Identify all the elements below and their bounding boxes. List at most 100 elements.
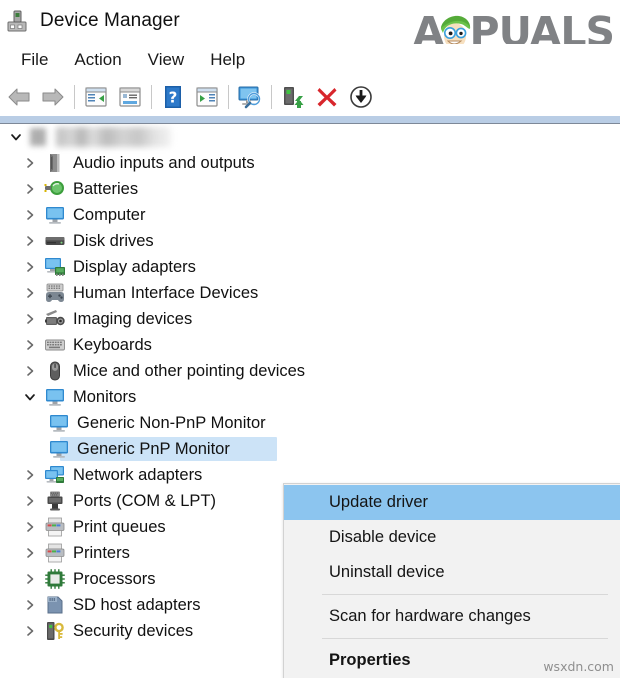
tree-item-label: Imaging devices <box>73 309 193 328</box>
toolbar-separator <box>74 85 75 109</box>
chevron-right-icon[interactable] <box>20 488 40 514</box>
menu-action[interactable]: Action <box>61 48 134 72</box>
tree-item-batteries[interactable]: Batteries <box>0 176 620 202</box>
toolbar-separator <box>271 85 272 109</box>
tree-item-disk-drives[interactable]: Disk drives <box>0 228 620 254</box>
printer-icon <box>44 516 66 538</box>
ctx-update-driver[interactable]: Update driver <box>284 485 620 520</box>
network-adapter-icon <box>44 464 66 486</box>
battery-plug-icon <box>44 178 66 200</box>
toolbar: ? <box>0 78 620 116</box>
chevron-right-icon[interactable] <box>20 358 40 384</box>
tree-item-label: Audio inputs and outputs <box>73 153 255 172</box>
tree-item-label: Processors <box>73 569 156 588</box>
window-title: Device Manager <box>40 10 180 31</box>
watermark: wsxdn.com <box>543 659 614 674</box>
tree-item-label: Ports (COM & LPT) <box>73 491 217 510</box>
back-button[interactable] <box>2 81 36 113</box>
sd-host-icon <box>44 594 66 616</box>
monitor-icon <box>44 386 66 408</box>
tree-item-label: Mice and other pointing devices <box>73 361 306 380</box>
uninstall-device-button[interactable] <box>310 81 344 113</box>
properties-button[interactable] <box>113 81 147 113</box>
tree-item-label: Printers <box>73 543 130 562</box>
redacted-computer-icon <box>30 128 46 146</box>
redacted-computer-name <box>56 127 171 147</box>
title-bar: Device Manager A PUALS <box>0 0 620 55</box>
toolbar-divider <box>0 116 620 124</box>
chevron-right-icon[interactable] <box>20 566 40 592</box>
forward-button[interactable] <box>36 81 70 113</box>
chevron-right-icon[interactable] <box>20 514 40 540</box>
chevron-down-icon[interactable] <box>6 124 26 150</box>
tree-root-computer-name[interactable] <box>0 124 620 150</box>
ctx-uninstall-device[interactable]: Uninstall device <box>284 555 620 590</box>
disk-drive-icon <box>44 230 66 252</box>
chevron-right-icon[interactable] <box>20 202 40 228</box>
chevron-right-icon[interactable] <box>20 332 40 358</box>
hid-gamepad-icon <box>44 282 66 304</box>
tree-item-label: Security devices <box>73 621 194 640</box>
camera-icon <box>44 308 66 330</box>
chevron-right-icon[interactable] <box>20 592 40 618</box>
tree-item-label: Disk drives <box>73 231 154 250</box>
monitor-icon <box>44 204 66 226</box>
security-key-icon <box>44 620 66 642</box>
tree-item-computer[interactable]: Computer <box>0 202 620 228</box>
ctx-scan-hardware-changes[interactable]: Scan for hardware changes <box>284 599 620 634</box>
keyboard-icon <box>44 334 66 356</box>
tree-item-label: Keyboards <box>73 335 152 354</box>
tree-item-label: Generic PnP Monitor <box>77 439 230 458</box>
display-adapter-icon <box>44 256 66 278</box>
tree-item-audio-inputs-and-outputs[interactable]: Audio inputs and outputs <box>0 150 620 176</box>
disable-device-button[interactable] <box>344 81 378 113</box>
tree-item-monitors[interactable]: Monitors <box>0 384 620 410</box>
toolbar-separator <box>228 85 229 109</box>
context-menu-separator <box>322 594 608 595</box>
mouse-icon <box>44 360 66 382</box>
show-hide-action-pane-button[interactable] <box>190 81 224 113</box>
port-icon <box>44 490 66 512</box>
update-driver-button[interactable] <box>276 81 310 113</box>
tree-item-keyboards[interactable]: Keyboards <box>0 332 620 358</box>
tree-item-display-adapters[interactable]: Display adapters <box>0 254 620 280</box>
chevron-right-icon[interactable] <box>20 280 40 306</box>
tree-item-label: Computer <box>73 205 146 224</box>
tree-item-label: Display adapters <box>73 257 196 276</box>
monitor-icon <box>48 438 70 460</box>
tree-item-label: Monitors <box>73 387 137 406</box>
context-menu-separator <box>322 638 608 639</box>
help-button[interactable]: ? <box>156 81 190 113</box>
menu-view[interactable]: View <box>135 48 198 72</box>
menu-help[interactable]: Help <box>197 48 258 72</box>
tree-item-label: Human Interface Devices <box>73 283 259 302</box>
tree-item-generic-pnp-monitor[interactable]: Generic PnP Monitor <box>0 436 620 462</box>
chevron-right-icon[interactable] <box>20 150 40 176</box>
chevron-right-icon[interactable] <box>20 176 40 202</box>
monitor-icon <box>48 412 70 434</box>
tree-item-mice-and-other-pointing-devices[interactable]: Mice and other pointing devices <box>0 358 620 384</box>
tree-item-label: Print queues <box>73 517 166 536</box>
chevron-right-icon[interactable] <box>20 462 40 488</box>
menu-bar: File Action View Help <box>0 44 620 76</box>
tree-item-human-interface-devices[interactable]: Human Interface Devices <box>0 280 620 306</box>
device-manager-window: Device Manager A PUALS File Action View … <box>0 0 620 678</box>
chevron-down-icon[interactable] <box>20 384 40 410</box>
chevron-right-icon[interactable] <box>20 254 40 280</box>
tree-item-generic-non-pnp-monitor[interactable]: Generic Non-PnP Monitor <box>0 410 620 436</box>
show-hide-console-tree-button[interactable] <box>79 81 113 113</box>
speaker-icon <box>44 152 66 174</box>
chevron-right-icon[interactable] <box>20 228 40 254</box>
toolbar-separator <box>151 85 152 109</box>
chevron-right-icon[interactable] <box>20 540 40 566</box>
ctx-disable-device[interactable]: Disable device <box>284 520 620 555</box>
chevron-right-icon[interactable] <box>20 306 40 332</box>
printer-icon <box>44 542 66 564</box>
device-manager-icon <box>4 8 30 34</box>
menu-file[interactable]: File <box>8 48 61 72</box>
tree-item-imaging-devices[interactable]: Imaging devices <box>0 306 620 332</box>
scan-for-hardware-changes-button[interactable] <box>233 81 267 113</box>
device-context-menu[interactable]: Update driver Disable device Uninstall d… <box>283 483 620 678</box>
chevron-right-icon[interactable] <box>20 618 40 644</box>
tree-item-label: Generic Non-PnP Monitor <box>77 413 266 432</box>
